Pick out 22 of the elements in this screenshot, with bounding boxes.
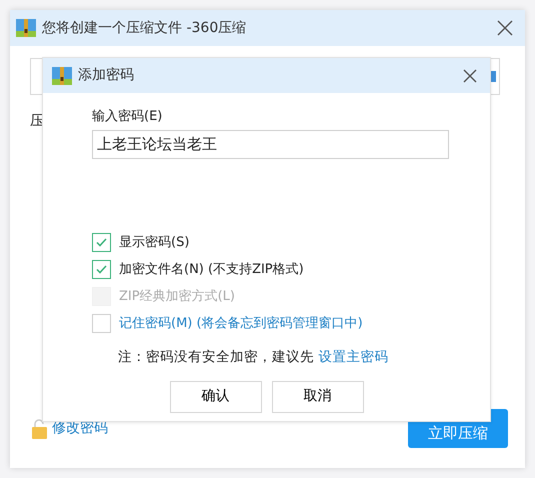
close-icon[interactable] <box>495 18 515 38</box>
master-password-link[interactable]: 设置主密码 <box>318 348 388 364</box>
checkbox[interactable] <box>92 233 111 252</box>
cancel-button[interactable]: 取消 <box>272 380 364 413</box>
archive-icon <box>52 66 72 84</box>
lock-icon <box>32 418 48 438</box>
confirm-button[interactable]: 确认 <box>170 380 262 413</box>
checkbox-label[interactable]: 加密文件名(N) (不支持ZIP格式) <box>119 260 304 280</box>
checkbox-label[interactable]: 记住密码(M) (将会备忘到密码管理窗口中) <box>119 314 363 334</box>
password-field[interactable]: 上老王论坛当老王 <box>92 130 449 158</box>
field-label: 压 <box>30 112 44 131</box>
archive-icon <box>16 19 36 37</box>
field-icon <box>491 71 496 82</box>
checkbox-label[interactable]: 显示密码(S) <box>119 232 190 252</box>
password-label: 输入密码(E) <box>92 108 164 126</box>
check-icon <box>96 265 107 274</box>
checkbox[interactable] <box>92 314 111 333</box>
check-icon <box>96 238 107 247</box>
checkbox[interactable] <box>92 260 111 279</box>
dialog-title: 添加密码 <box>78 66 134 85</box>
window-title: 您将创建一个压缩文件 -360压缩 <box>42 18 246 38</box>
note-text: 注：密码没有安全加密，建议先 <box>118 348 314 364</box>
